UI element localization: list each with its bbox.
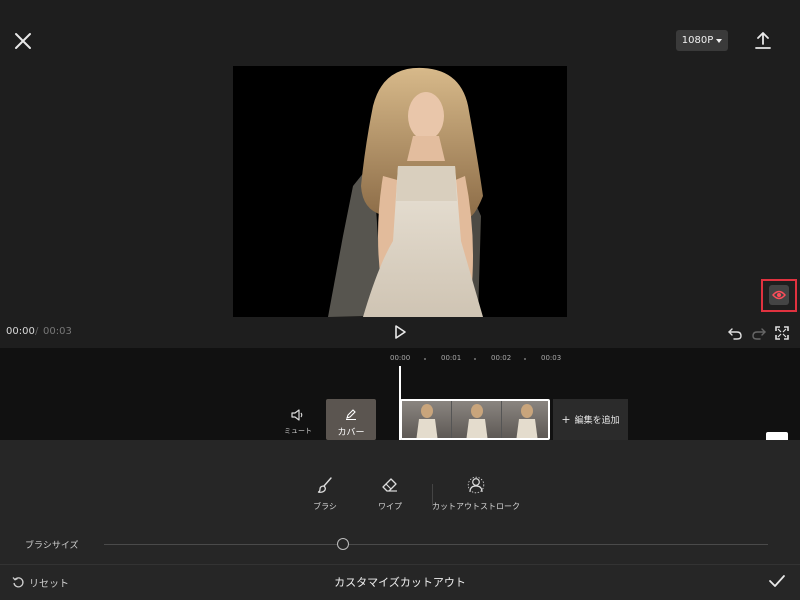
resolution-dropdown[interactable]: 1080P xyxy=(676,30,728,51)
preview-toggle-button[interactable] xyxy=(769,285,789,305)
upload-icon xyxy=(755,32,771,49)
brush-icon xyxy=(317,477,332,493)
mute-button[interactable]: ミュート xyxy=(283,406,313,438)
tick-dot xyxy=(424,358,426,360)
tool-cutout-stroke-label: カットアウトストローク xyxy=(432,502,520,511)
clip-frame-thumbnail xyxy=(452,401,502,438)
tool-wipe[interactable]: ワイプ xyxy=(370,476,410,512)
redo-icon xyxy=(752,328,766,340)
video-preview[interactable] xyxy=(233,66,567,317)
tick-label: 00:03 xyxy=(541,354,562,362)
play-icon xyxy=(395,325,406,339)
tool-wipe-label: ワイプ xyxy=(378,502,402,511)
mute-label: ミュート xyxy=(284,427,312,435)
speaker-icon xyxy=(291,409,303,421)
person-outline-icon xyxy=(467,476,485,494)
current-time: 00:00 xyxy=(6,326,35,337)
tool-brush-label: ブラシ xyxy=(313,502,337,511)
fullscreen-icon xyxy=(775,326,789,340)
pencil-icon xyxy=(346,409,356,420)
tick-label: 00:01 xyxy=(441,354,462,362)
timeline[interactable]: 00:00 00:01 00:02 00:03 ミュート カバー + 編集を追加 xyxy=(0,348,800,440)
redo-button[interactable] xyxy=(752,325,766,340)
fullscreen-button[interactable] xyxy=(775,325,789,340)
brush-size-slider[interactable] xyxy=(104,544,768,545)
tick-label: 00:02 xyxy=(491,354,512,362)
close-icon xyxy=(15,33,31,49)
tick-dot xyxy=(524,358,526,360)
confirm-button[interactable] xyxy=(768,573,786,589)
checkmark-icon xyxy=(769,575,785,587)
divider xyxy=(0,564,800,565)
cutout-tool-panel: ブラシ ワイプ カットアウトストローク ブラシサイズ リセット カスタマイズカッ… xyxy=(0,440,800,600)
total-time: 00:03 xyxy=(43,326,72,337)
clip-frame-thumbnail xyxy=(402,401,452,438)
tool-brush[interactable]: ブラシ xyxy=(305,476,345,512)
time-separator: / xyxy=(35,326,39,337)
play-button[interactable] xyxy=(392,324,408,340)
tick-dot xyxy=(474,358,476,360)
cutout-person-image xyxy=(328,67,483,317)
preview-area: 1080P 00:00 / 00:03 xyxy=(0,0,800,348)
tick-label: 00:00 xyxy=(390,354,411,362)
chevron-down-icon xyxy=(716,38,723,43)
tool-cutout-stroke[interactable]: カットアウトストローク xyxy=(430,476,522,512)
clip-frame-thumbnail xyxy=(502,401,548,438)
plus-icon: + xyxy=(561,413,571,426)
undo-button[interactable] xyxy=(728,325,742,340)
resolution-value: 1080P xyxy=(681,35,714,46)
eraser-icon xyxy=(382,478,397,492)
cover-label: カバー xyxy=(337,428,365,438)
undo-icon xyxy=(728,328,742,340)
cover-button[interactable]: カバー xyxy=(326,399,376,440)
close-button[interactable] xyxy=(12,30,34,52)
video-clip[interactable] xyxy=(400,399,550,440)
eye-icon xyxy=(772,290,786,300)
slider-thumb[interactable] xyxy=(337,538,350,550)
brush-size-label: ブラシサイズ xyxy=(25,541,79,551)
add-edit-label: 編集を追加 xyxy=(574,416,620,426)
add-edit-button[interactable]: + 編集を追加 xyxy=(553,399,628,440)
page-title: カスタマイズカットアウト xyxy=(334,576,466,589)
export-button[interactable] xyxy=(752,30,774,52)
